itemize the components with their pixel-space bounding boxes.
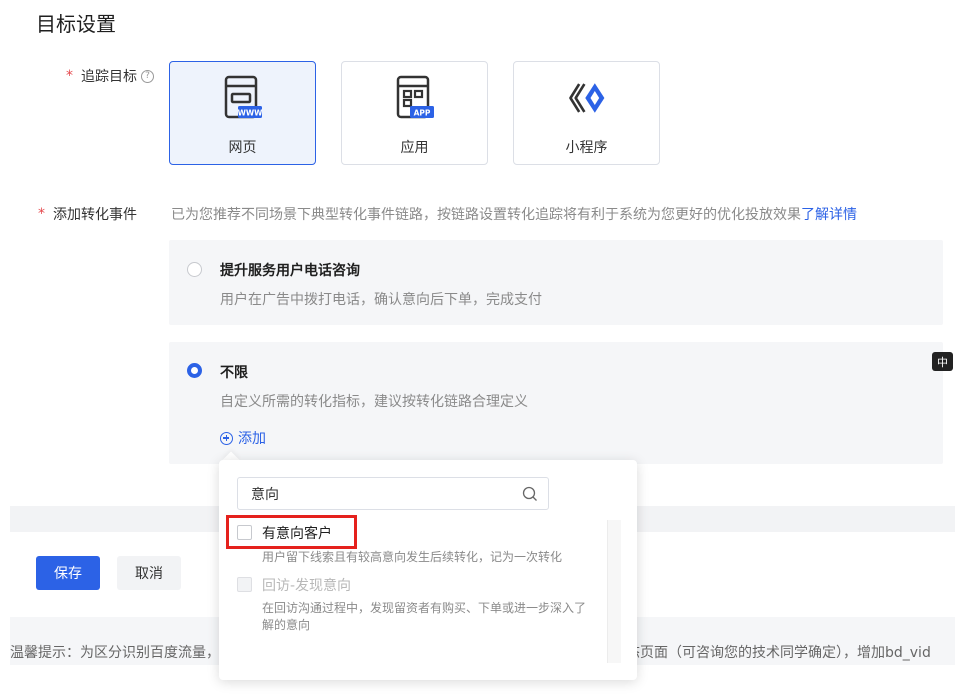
- option-desc: 自定义所需的转化指标，建议按转化链路合理定义: [220, 394, 528, 410]
- save-button[interactable]: 保存: [36, 556, 100, 590]
- learn-more-link[interactable]: 了解详情: [801, 207, 857, 223]
- conversion-event-label: * 添加转化事件: [38, 204, 137, 224]
- highlight-annotation: [226, 515, 357, 549]
- option-title: 提升服务用户电话咨询: [220, 263, 360, 279]
- notice-text-left: 温馨提示：为区分识别百度流量，: [10, 645, 220, 661]
- tracking-target-label: * 追踪目标 ?: [66, 66, 154, 86]
- item-title: 回访-发现意向: [262, 578, 352, 594]
- radio-unlimited[interactable]: [187, 363, 202, 378]
- cancel-button[interactable]: 取消: [117, 556, 181, 590]
- event-search-input[interactable]: 意向: [237, 477, 549, 510]
- dropdown-scrollbar[interactable]: [607, 520, 621, 663]
- mini-program-icon: [567, 75, 607, 121]
- radio-phone[interactable]: [187, 262, 202, 277]
- conversion-hint: 已为您推荐不同场景下典型转化事件链路，按链路设置转化追踪将有利于系统为您更好的优…: [171, 207, 857, 223]
- item-desc: 在回访沟通过程中，发现留资者有购买、下单或进一步深入了: [262, 601, 587, 615]
- plus-circle-icon: [220, 431, 233, 445]
- app-icon: APP: [395, 75, 435, 121]
- svg-text:WWW: WWW: [237, 109, 262, 118]
- conversion-event-text: 添加转化事件: [53, 207, 137, 223]
- section-title: 目标设置: [36, 12, 116, 36]
- tracking-target-text: 追踪目标: [81, 69, 137, 85]
- search-icon[interactable]: [522, 486, 538, 502]
- webpage-icon: WWW: [223, 75, 263, 121]
- add-event-button[interactable]: 添加: [220, 428, 266, 448]
- item-desc: 解的意向: [262, 618, 311, 632]
- notice-text-right: 态页面（可咨询您的技术同学确定），增加bd_vid: [626, 645, 931, 661]
- checkbox-revisit-intent[interactable]: [237, 577, 252, 592]
- option-desc: 用户在广告中拨打电话，确认意向后下单，完成支付: [220, 292, 542, 308]
- help-icon[interactable]: ?: [141, 69, 154, 83]
- option-title: 不限: [220, 365, 248, 381]
- target-card-webpage[interactable]: WWW 网页: [169, 61, 316, 165]
- required-mark: *: [38, 206, 45, 222]
- card-label: 应用: [400, 140, 429, 156]
- target-card-mini-program[interactable]: 小程序: [513, 61, 660, 165]
- required-mark: *: [66, 68, 73, 84]
- item-desc: 用户留下线索且有较高意向发生后续转化，记为一次转化: [262, 550, 563, 564]
- ime-indicator: 中: [932, 352, 953, 371]
- svg-text:APP: APP: [413, 109, 430, 118]
- card-label: 网页: [228, 140, 257, 156]
- card-label: 小程序: [565, 140, 608, 156]
- target-card-app[interactable]: APP 应用: [341, 61, 488, 165]
- conversion-option-phone[interactable]: [169, 240, 943, 325]
